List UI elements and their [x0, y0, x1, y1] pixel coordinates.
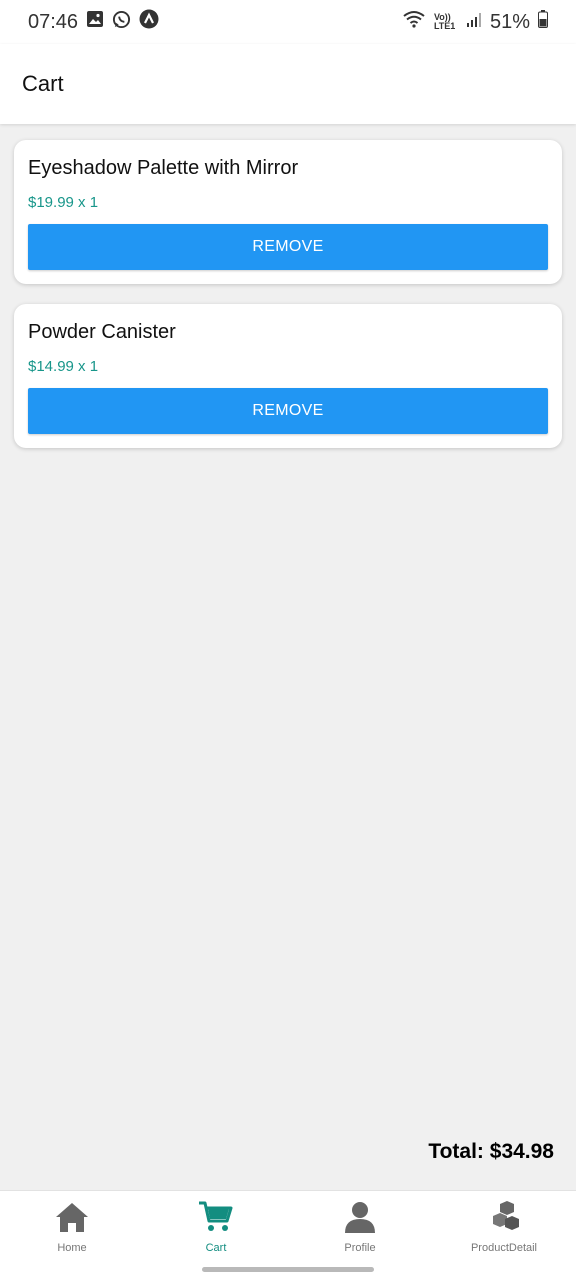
- status-right: Vo)) LTE1 51%: [402, 10, 548, 34]
- app-a-icon: [139, 9, 159, 35]
- app-header: Cart: [0, 44, 576, 124]
- nav-label-cart: Cart: [205, 1242, 227, 1254]
- price-quantity: $19.99 x 1: [28, 194, 99, 211]
- signal-icon: [466, 11, 482, 34]
- cart-item-card: Powder Canister $14.99 x 1 REMOVE: [14, 304, 562, 448]
- nav-item-productdetail[interactable]: ProductDetail: [432, 1191, 576, 1281]
- price-quantity: $14.99 x 1: [28, 358, 99, 375]
- product-name: Powder Canister: [28, 321, 176, 343]
- remove-button[interactable]: REMOVE: [28, 388, 548, 434]
- cart-total: Total: $34.98: [428, 1140, 554, 1163]
- cart-list: Eyeshadow Palette with Mirror $19.99 x 1…: [14, 140, 562, 468]
- nav-item-home[interactable]: Home: [0, 1191, 144, 1281]
- cubes-icon: [486, 1201, 522, 1238]
- battery-icon: [538, 10, 548, 34]
- page-title: Cart: [22, 71, 64, 96]
- status-bar: 07:46 Vo)) LTE1 51%: [0, 0, 576, 44]
- nav-label-profile: Profile: [344, 1242, 376, 1254]
- person-icon: [342, 1201, 378, 1238]
- product-name: Eyeshadow Palette with Mirror: [28, 157, 299, 179]
- status-left: 07:46: [28, 9, 159, 35]
- battery-percent: 51%: [489, 10, 530, 33]
- whatsapp-icon: [112, 10, 131, 35]
- gesture-bar[interactable]: [202, 1267, 374, 1272]
- wifi-icon: [402, 10, 426, 34]
- status-time: 07:46: [28, 10, 79, 33]
- cart-item-card: Eyeshadow Palette with Mirror $19.99 x 1…: [14, 140, 562, 284]
- cart-icon: [198, 1201, 234, 1238]
- remove-button[interactable]: REMOVE: [28, 224, 548, 270]
- nav-label-productdetail: ProductDetail: [470, 1242, 538, 1254]
- home-icon: [54, 1201, 90, 1238]
- nav-label-home: Home: [57, 1242, 87, 1254]
- gallery-icon: [86, 10, 104, 34]
- network-label: Vo)) LTE1: [433, 12, 456, 31]
